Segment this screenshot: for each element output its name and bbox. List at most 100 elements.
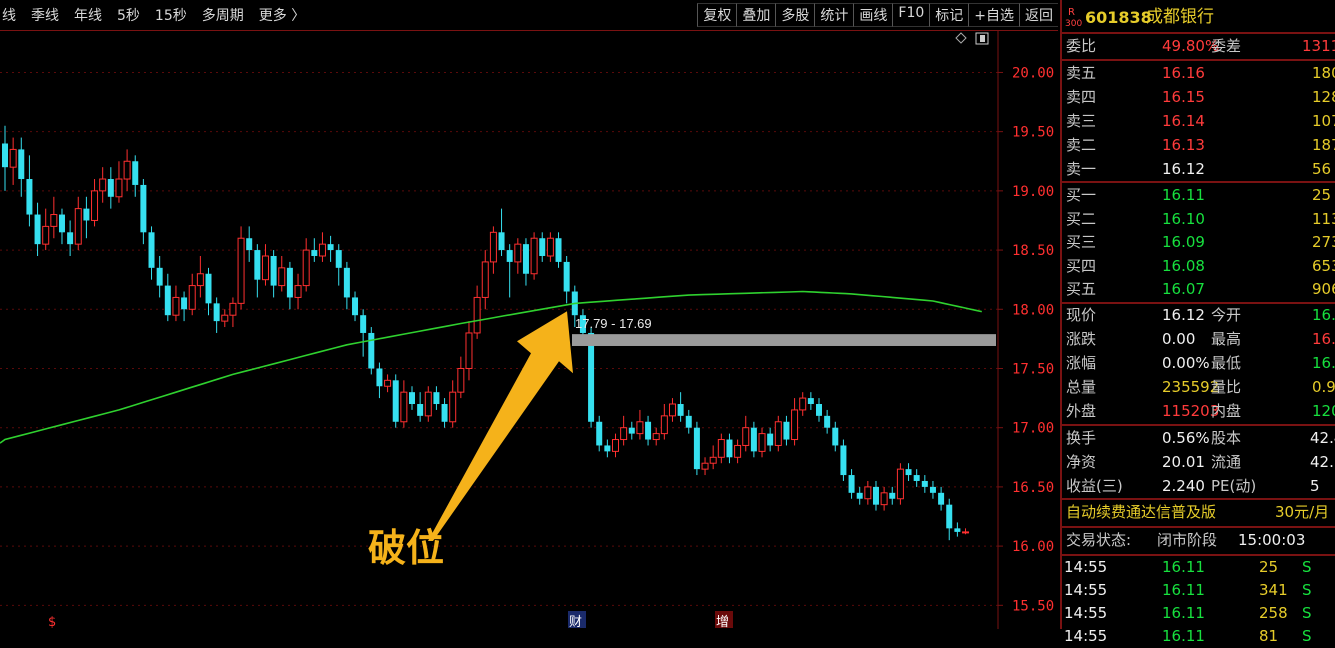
bid-row: 买四 16.08 653 [1062,255,1335,278]
candle [726,433,733,464]
promo-price[interactable]: 30元/月 [1275,501,1329,524]
quote-label: 总量 [1066,378,1097,396]
moving-average-line [0,290,982,444]
promo-text[interactable]: 自动续费通达信普及版 [1066,501,1216,524]
candle [188,273,196,316]
fundamental-value-2: 5 [1310,477,1320,495]
fundamental-value: 20.01 [1162,453,1205,471]
quote-row: 现价 16.12 今开 16.1 [1062,304,1335,327]
candle [848,469,855,499]
bid-row: 买三 16.09 273 [1062,231,1335,254]
candle [409,386,415,410]
tick-row: 14:55 16.11 258 S [1062,602,1335,625]
candle [774,415,782,452]
event-marker-increase[interactable]: 增 [716,615,729,629]
quote-label-2: 内盘 [1211,402,1242,420]
ask-volume: 128 [1312,88,1335,106]
candle [91,179,99,227]
candle [498,208,505,256]
multi-stock-button[interactable]: 多股 [775,3,815,27]
price-tick-label: 16.50 [1012,480,1054,496]
ask-row: 卖一 16.12 56 [1062,158,1335,181]
candle [254,244,261,298]
candle [856,486,863,505]
tab-multi-period[interactable]: 多周期 [202,5,244,25]
candle [311,238,318,262]
event-marker-dividend[interactable]: $ [48,615,56,629]
event-marker-financial[interactable]: 财 [569,615,582,629]
candle [701,457,709,476]
quote-label: 外盘 [1066,402,1097,420]
fundamental-label: 净资 [1066,453,1097,471]
candle [457,356,465,399]
quote-value-2: 16.1 [1312,306,1335,324]
quote-value-2: 16.1 [1312,330,1335,348]
weibi-row: 委比 49.80% 委差 1311 [1066,37,1335,55]
adjust-button[interactable]: 复权 [697,3,737,27]
candle [473,285,481,339]
tick-price: 16.11 [1162,627,1205,645]
back-button[interactable]: 返回 [1019,3,1058,27]
tab-15s[interactable]: 15秒 [155,5,187,25]
tool-buttons: 复权 叠加 多股 统计 画线 F10 标记 +自选 返回 [697,3,1058,27]
trade-time: 15:00:03 [1238,531,1306,549]
bid-volume: 25 [1312,186,1332,204]
quote-label: 涨幅 [1066,354,1097,372]
quote-row: 涨幅 0.00%最低 16.0 [1062,352,1335,375]
tick-row: 14:55 16.11 341 S [1062,579,1335,602]
quote-label-2: 今开 [1211,306,1242,324]
overlay-button[interactable]: 叠加 [736,3,776,27]
draw-line-button[interactable]: 画线 [853,3,893,27]
quote-label-2: 最低 [1211,354,1242,372]
candle [278,255,286,292]
diamond-icon[interactable] [955,32,967,44]
candle [840,439,847,481]
candle [636,409,644,440]
promo-row[interactable]: 自动续费通达信普及版 30元/月 [1062,501,1335,524]
candle [546,232,554,262]
tab-5s[interactable]: 5秒 [117,5,140,25]
kline-svg[interactable]: 20.00 19.50 19.00 18.50 18.00 17.50 17.00 16.50… [0,31,1058,629]
ask-row: 卖五 16.16 180 [1062,62,1335,85]
quote-panel: R 300 601838 成都银行 委比 49.80% 委差 1311 卖五 16… [1060,0,1335,645]
tick-row: 14:55 16.11 81 S [1062,625,1335,648]
tab-more[interactable]: 更多 〉 [259,5,305,25]
candle [9,137,17,185]
candle [709,445,717,470]
tick-side: S [1302,558,1312,576]
candle [799,392,807,416]
candle [889,486,896,505]
fundamental-row: 换手 0.56%股本 42.4 [1062,427,1335,450]
candle [783,415,790,446]
f10-button[interactable]: F10 [892,3,930,27]
candles [2,125,970,541]
tick-time: 14:55 [1064,604,1108,622]
candle [115,161,123,203]
tick-time: 14:55 [1064,558,1108,576]
statistics-button[interactable]: 统计 [814,3,854,27]
quote-label: 现价 [1066,306,1097,324]
tab-quarterly[interactable]: 季线 [31,5,59,25]
stock-header: R 300 601838 成都银行 [1062,6,1335,29]
fundamental-value: 2.240 [1162,477,1205,495]
quote-value-2: 16.0 [1312,354,1335,372]
candle [530,232,538,280]
tab-yearly[interactable]: 年线 [74,5,102,25]
candle [563,255,570,304]
bid-price: 16.07 [1162,280,1205,299]
candle [424,386,432,422]
ask-price: 16.16 [1162,64,1205,82]
fundamental-label: 收益(三) [1066,477,1123,495]
fundamental-value: 0.56% [1162,429,1210,447]
add-watchlist-button[interactable]: +自选 [968,3,1019,27]
candle [807,392,814,410]
breakdown-band [572,334,996,346]
ask-price: 16.14 [1162,112,1205,130]
candle [196,255,204,298]
mark-button[interactable]: 标记 [929,3,969,27]
kline-chart[interactable]: 20.00 19.50 19.00 18.50 18.00 17.50 17.00 16.50… [0,31,1058,629]
ask-price: 16.13 [1162,136,1205,154]
ask-label: 卖二 [1066,136,1097,154]
tab-monthly[interactable]: 月线 [0,5,16,25]
candle [270,250,277,298]
